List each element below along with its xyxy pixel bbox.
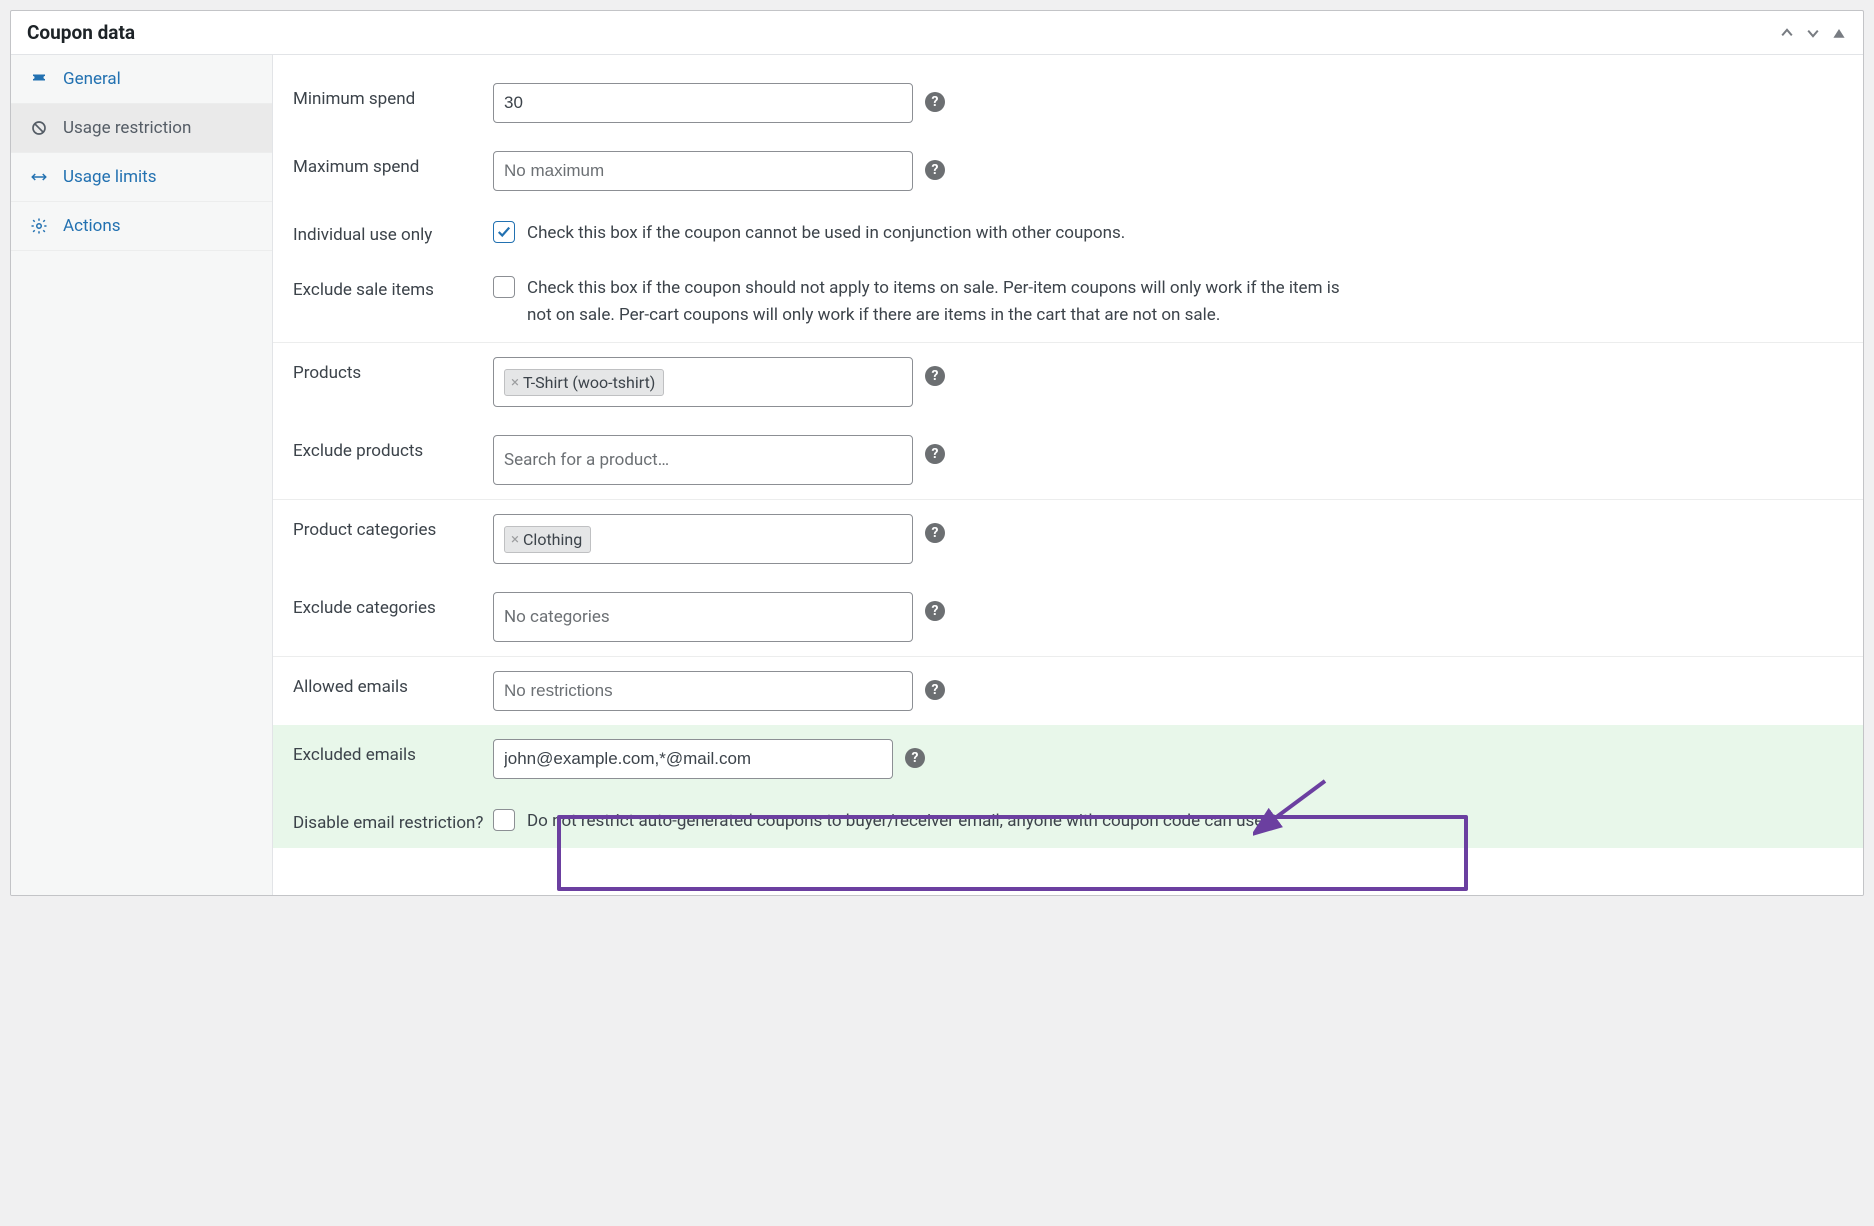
help-icon[interactable]: ? (925, 92, 945, 112)
ticket-icon (29, 69, 49, 89)
pill-label: Clothing (523, 530, 582, 549)
exclude-categories-select[interactable]: No categories (493, 592, 913, 642)
allowed-emails-input[interactable] (504, 678, 902, 704)
select-placeholder: Search for a product… (504, 450, 669, 470)
gear-icon (29, 216, 49, 236)
field-exclude-products: Exclude products Search for a product… ? (293, 421, 1843, 499)
select-placeholder: No categories (504, 607, 610, 627)
field-label: Exclude products (293, 435, 473, 461)
tab-usage-limits[interactable]: Usage limits (11, 153, 272, 202)
field-disable-email-restriction: Disable email restriction? Do not restri… (273, 793, 1863, 848)
tabs-sidebar: General Usage restriction Usage limits A… (11, 55, 273, 895)
pill-label: T-Shirt (woo-tshirt) (523, 373, 655, 392)
minimum-spend-input-wrapper (493, 83, 913, 123)
field-label: Excluded emails (293, 739, 473, 765)
minimum-spend-input[interactable] (504, 90, 902, 116)
help-icon[interactable]: ? (905, 748, 925, 768)
help-icon[interactable]: ? (925, 160, 945, 180)
ban-icon (29, 118, 49, 138)
field-label: Allowed emails (293, 671, 473, 697)
pill-remove-icon[interactable]: × (511, 530, 519, 548)
field-label: Disable email restriction? (293, 807, 493, 833)
field-minimum-spend: Minimum spend ? (293, 69, 1843, 137)
field-products: Products × T-Shirt (woo-tshirt) ? (293, 343, 1843, 421)
help-icon[interactable]: ? (925, 444, 945, 464)
tab-label: Usage limits (63, 167, 156, 187)
field-allowed-emails: Allowed emails ? (293, 657, 1843, 725)
panel-header: Coupon data (11, 11, 1863, 55)
pill-remove-icon[interactable]: × (511, 373, 519, 391)
exclude-products-select[interactable]: Search for a product… (493, 435, 913, 485)
field-individual-use: Individual use only Check this box if th… (293, 205, 1843, 260)
maximum-spend-input-wrapper (493, 151, 913, 191)
checkbox-description: Do not restrict auto-generated coupons t… (527, 807, 1277, 834)
individual-use-checkbox[interactable] (493, 221, 515, 243)
help-icon[interactable]: ? (925, 680, 945, 700)
field-label: Maximum spend (293, 151, 473, 177)
help-icon[interactable]: ? (925, 366, 945, 386)
panel-body: General Usage restriction Usage limits A… (11, 55, 1863, 895)
field-label: Product categories (293, 514, 473, 540)
tab-general[interactable]: General (11, 55, 272, 104)
field-exclude-categories: Exclude categories No categories ? (293, 578, 1843, 656)
checkbox-description: Check this box if the coupon cannot be u… (527, 219, 1125, 246)
field-maximum-spend: Maximum spend ? (293, 137, 1843, 205)
product-categories-select[interactable]: × Clothing (493, 514, 913, 564)
maximum-spend-input[interactable] (504, 158, 902, 184)
selected-pill: × T-Shirt (woo-tshirt) (504, 369, 664, 396)
tab-label: Usage restriction (63, 118, 191, 138)
tab-label: Actions (63, 216, 121, 236)
field-label: Exclude categories (293, 592, 473, 618)
tab-label: General (63, 69, 121, 89)
products-select[interactable]: × T-Shirt (woo-tshirt) (493, 357, 913, 407)
field-label: Exclude sale items (293, 274, 473, 300)
panel-header-controls (1779, 25, 1847, 41)
field-excluded-emails: Excluded emails ? (273, 725, 1863, 793)
move-down-icon[interactable] (1805, 25, 1821, 41)
allowed-emails-input-wrapper (493, 671, 913, 711)
field-product-categories: Product categories × Clothing ? (293, 500, 1843, 578)
excluded-emails-input-wrapper (493, 739, 893, 779)
tab-actions[interactable]: Actions (11, 202, 272, 251)
arrows-horizontal-icon (29, 167, 49, 187)
disable-email-restriction-checkbox[interactable] (493, 809, 515, 831)
tab-usage-restriction[interactable]: Usage restriction (11, 104, 272, 153)
panel-title: Coupon data (27, 21, 135, 44)
field-label: Minimum spend (293, 83, 473, 109)
help-icon[interactable]: ? (925, 601, 945, 621)
checkbox-description: Check this box if the coupon should not … (527, 274, 1357, 328)
exclude-sale-checkbox[interactable] (493, 276, 515, 298)
move-up-icon[interactable] (1779, 25, 1795, 41)
coupon-data-panel: Coupon data General (10, 10, 1864, 896)
help-icon[interactable]: ? (925, 523, 945, 543)
field-label: Individual use only (293, 219, 473, 245)
field-label: Products (293, 357, 473, 383)
selected-pill: × Clothing (504, 526, 591, 553)
toggle-panel-icon[interactable] (1831, 25, 1847, 41)
excluded-emails-input[interactable] (504, 746, 882, 772)
field-exclude-sale: Exclude sale items Check this box if the… (293, 260, 1843, 342)
tab-content: Minimum spend ? Maximum spend ? (273, 55, 1863, 895)
